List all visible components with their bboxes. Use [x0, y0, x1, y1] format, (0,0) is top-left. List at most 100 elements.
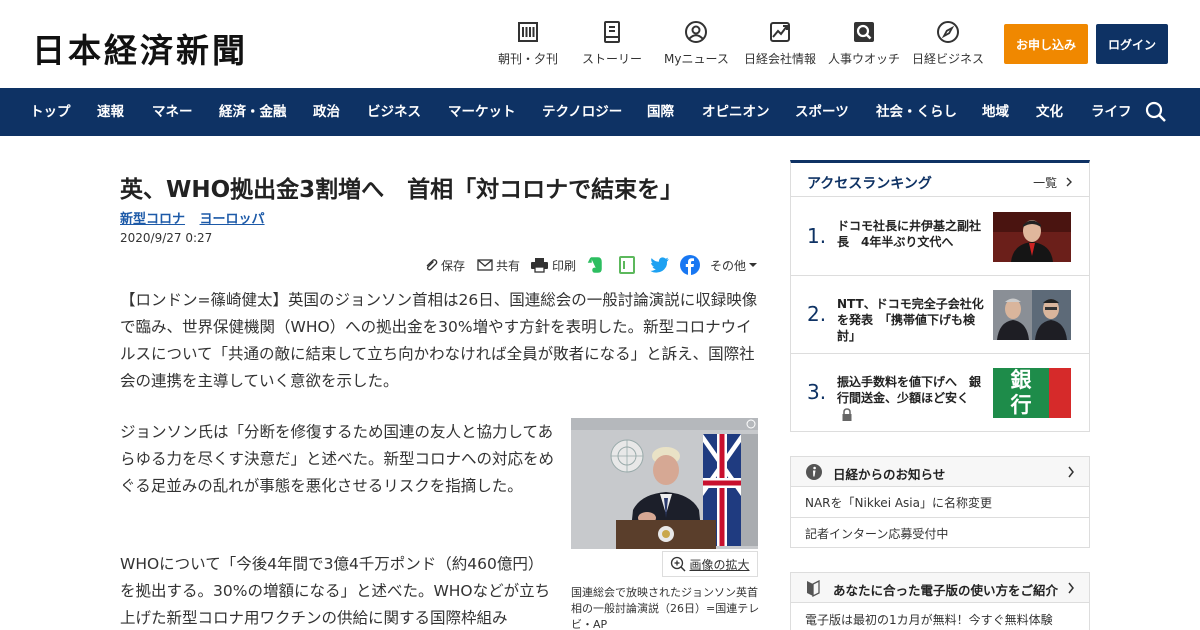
article-tags: 新型コロナ ヨーロッパ — [120, 208, 275, 227]
guide-panel: あなたに合った電子版の使い方をご紹介 電子版は最初の1カ月が無料！今すぐ無料体験 — [790, 572, 1090, 630]
header-nav-label: ストーリー — [582, 52, 643, 66]
ranking-item[interactable]: 3. 振込手数料を値下げへ 銀行間送金、少額ほど安く 銀 行 — [791, 354, 1089, 432]
print-button[interactable]: 印刷 — [530, 254, 576, 276]
ranking-more-link[interactable]: 一覧 — [1033, 174, 1073, 191]
site-logo[interactable]: 日本経済新聞 — [32, 24, 248, 72]
share-label: 共有 — [496, 258, 521, 273]
ranking-number: 3. — [807, 380, 827, 404]
twitter-icon — [650, 257, 669, 273]
nav-item-region[interactable]: 地域 — [982, 88, 1009, 136]
tag-link-europe[interactable]: ヨーロッパ — [200, 212, 265, 227]
nav-item-politics[interactable]: 政治 — [313, 88, 340, 136]
save-button[interactable]: 保存 — [424, 254, 465, 276]
book-icon — [604, 21, 620, 43]
print-label: 印刷 — [552, 258, 577, 273]
clip-button[interactable] — [618, 254, 639, 276]
search-icon[interactable] — [1144, 100, 1168, 124]
tag-link-corona[interactable]: 新型コロナ — [120, 212, 185, 227]
nav-item-technology[interactable]: テクノロジー — [542, 88, 622, 136]
ranking-header: アクセスランキング 一覧 — [791, 163, 1089, 197]
access-ranking-panel: アクセスランキング 一覧 1. ドコモ社長に井伊基之副社長 4年半ぶり文代へ 2… — [790, 160, 1090, 432]
header-nav-company-info[interactable]: 日経会社情報 — [744, 20, 816, 67]
more-share-label: その他 — [710, 258, 747, 273]
chevron-right-icon — [1066, 177, 1072, 187]
nav-item-breaking[interactable]: 速報 — [97, 88, 124, 136]
nav-item-culture[interactable]: 文化 — [1036, 88, 1063, 136]
caret-down-icon — [749, 263, 758, 267]
bank-sign-text: 銀 行 — [998, 368, 1044, 418]
stock-chart-icon — [770, 22, 790, 42]
ranking-number: 2. — [807, 302, 827, 326]
bank-sign-char: 行 — [1010, 393, 1032, 417]
evernote-button[interactable] — [586, 254, 607, 276]
clip-icon — [426, 259, 438, 271]
bank-sign-char: 銀 — [1010, 368, 1032, 392]
ranking-item[interactable]: 1. ドコモ社長に井伊基之副社長 4年半ぶり文代へ — [791, 198, 1089, 276]
bookmark-clip-icon — [619, 256, 635, 274]
category-navbar: トップ 速報 マネー 経済・金融 政治 ビジネス マーケット テクノロジー 国際… — [0, 88, 1200, 136]
ranking-headline: NTT、ドコモ完全子会社化を発表 「携帯値下げも検討」 — [837, 297, 984, 343]
nav-item-sports[interactable]: スポーツ — [795, 88, 849, 136]
ranking-item[interactable]: 2. NTT、ドコモ完全子会社化を発表 「携帯値下げも検討」 — [791, 276, 1089, 354]
ranking-thumbnail-image — [993, 212, 1071, 262]
ranking-thumbnail — [993, 290, 1071, 340]
nav-item-world[interactable]: 国際 — [647, 88, 674, 136]
site-header: 日本経済新聞 朝刊・夕刊 ストーリー Myニュース 日経会社情報 人事ウオッチ … — [0, 0, 1200, 88]
nav-item-business[interactable]: ビジネス — [367, 88, 421, 136]
nav-item-top[interactable]: トップ — [30, 88, 71, 136]
header-nav-label: Myニュース — [664, 52, 729, 66]
nav-item-market[interactable]: マーケット — [448, 88, 516, 136]
notice-header[interactable]: 日経からのお知らせ — [791, 457, 1089, 487]
nav-item-life[interactable]: ライフ — [1091, 88, 1132, 136]
header-nav-nikkei-business[interactable]: 日経ビジネス — [912, 20, 984, 67]
article-photo[interactable] — [571, 418, 758, 549]
article-date: 2020/9/27 0:27 — [120, 231, 213, 245]
photo-enlarge-button[interactable]: 画像の拡大 — [662, 551, 758, 577]
nav-item-money[interactable]: マネー — [152, 88, 193, 136]
evernote-icon — [587, 257, 602, 273]
ranking-number: 1. — [807, 224, 827, 248]
nav-item-society[interactable]: 社会・くらし — [876, 88, 957, 136]
guide-text[interactable]: 電子版は最初の1カ月が無料！今すぐ無料体験 — [805, 611, 1053, 628]
header-nav-label: 人事ウオッチ — [828, 52, 901, 66]
guide-title: あなたに合った電子版の使い方をご紹介 — [833, 583, 1059, 598]
more-share-dropdown[interactable]: その他 — [710, 254, 761, 276]
ranking-headline: 振込手数料を値下げへ 銀行間送金、少額ほど安く — [837, 375, 982, 405]
subscribe-button[interactable]: お申し込み — [1004, 24, 1088, 64]
article-paragraph: 【ロンドン=篠崎健太】英国のジョンソン首相は26日、国連総会の一般討論演説に収録… — [120, 291, 758, 390]
facebook-button[interactable] — [680, 254, 703, 276]
nav-item-opinion[interactable]: オピニオン — [702, 88, 770, 136]
ranking-thumbnail — [993, 212, 1071, 262]
header-nav-story[interactable]: ストーリー — [582, 20, 642, 67]
mail-icon — [477, 259, 493, 271]
zoom-in-icon — [671, 556, 687, 572]
guide-header[interactable]: あなたに合った電子版の使い方をご紹介 — [791, 573, 1089, 603]
chevron-right-icon — [1068, 466, 1074, 478]
notice-title: 日経からのお知らせ — [833, 467, 946, 482]
photo-enlarge-label: 画像の拡大 — [689, 557, 750, 572]
ranking-more-label: 一覧 — [1033, 176, 1058, 190]
header-nav-label: 日経ビジネス — [912, 52, 985, 66]
photo-caption: 国連総会で放映されたジョンソン英首相の一般討論演説（26日）=国連テレビ・AP — [571, 586, 760, 630]
facebook-icon — [680, 255, 700, 275]
nav-item-economy[interactable]: 経済・金融 — [219, 88, 287, 136]
info-icon — [806, 464, 822, 480]
notice-item[interactable]: NARを「Nikkei Asia」に名称変更 — [805, 494, 992, 511]
header-nav-my-news[interactable]: Myニュース — [664, 20, 729, 67]
ranking-thumbnail: 銀 行 — [993, 368, 1071, 418]
header-nav-morning-evening[interactable]: 朝刊・夕刊 — [498, 20, 558, 67]
notice-item[interactable]: 記者インターン応募受付中 — [805, 525, 948, 542]
ranking-title: アクセスランキング — [807, 176, 932, 192]
ranking-headline: ドコモ社長に井伊基之副社長 4年半ぶり文代へ — [837, 219, 982, 249]
twitter-button[interactable] — [650, 254, 673, 276]
divider — [791, 517, 1089, 518]
header-nav-personnel-watch[interactable]: 人事ウオッチ — [828, 20, 900, 67]
login-button[interactable]: ログイン — [1096, 24, 1168, 64]
notice-panel: 日経からのお知らせ NARを「Nikkei Asia」に名称変更 記者インターン… — [790, 456, 1090, 548]
save-label: 保存 — [441, 258, 466, 273]
article-title: 英、WHO拠出金3割増へ 首相「対コロナで結束を」 — [120, 177, 684, 203]
share-button[interactable]: 共有 — [477, 254, 520, 276]
guide-book-icon — [807, 579, 820, 597]
article-photo-image — [571, 418, 758, 549]
article-paragraph: WHOについて「今後4年間で3億4千万ポンド（約460億円）を拠出する。30%の… — [120, 555, 551, 627]
